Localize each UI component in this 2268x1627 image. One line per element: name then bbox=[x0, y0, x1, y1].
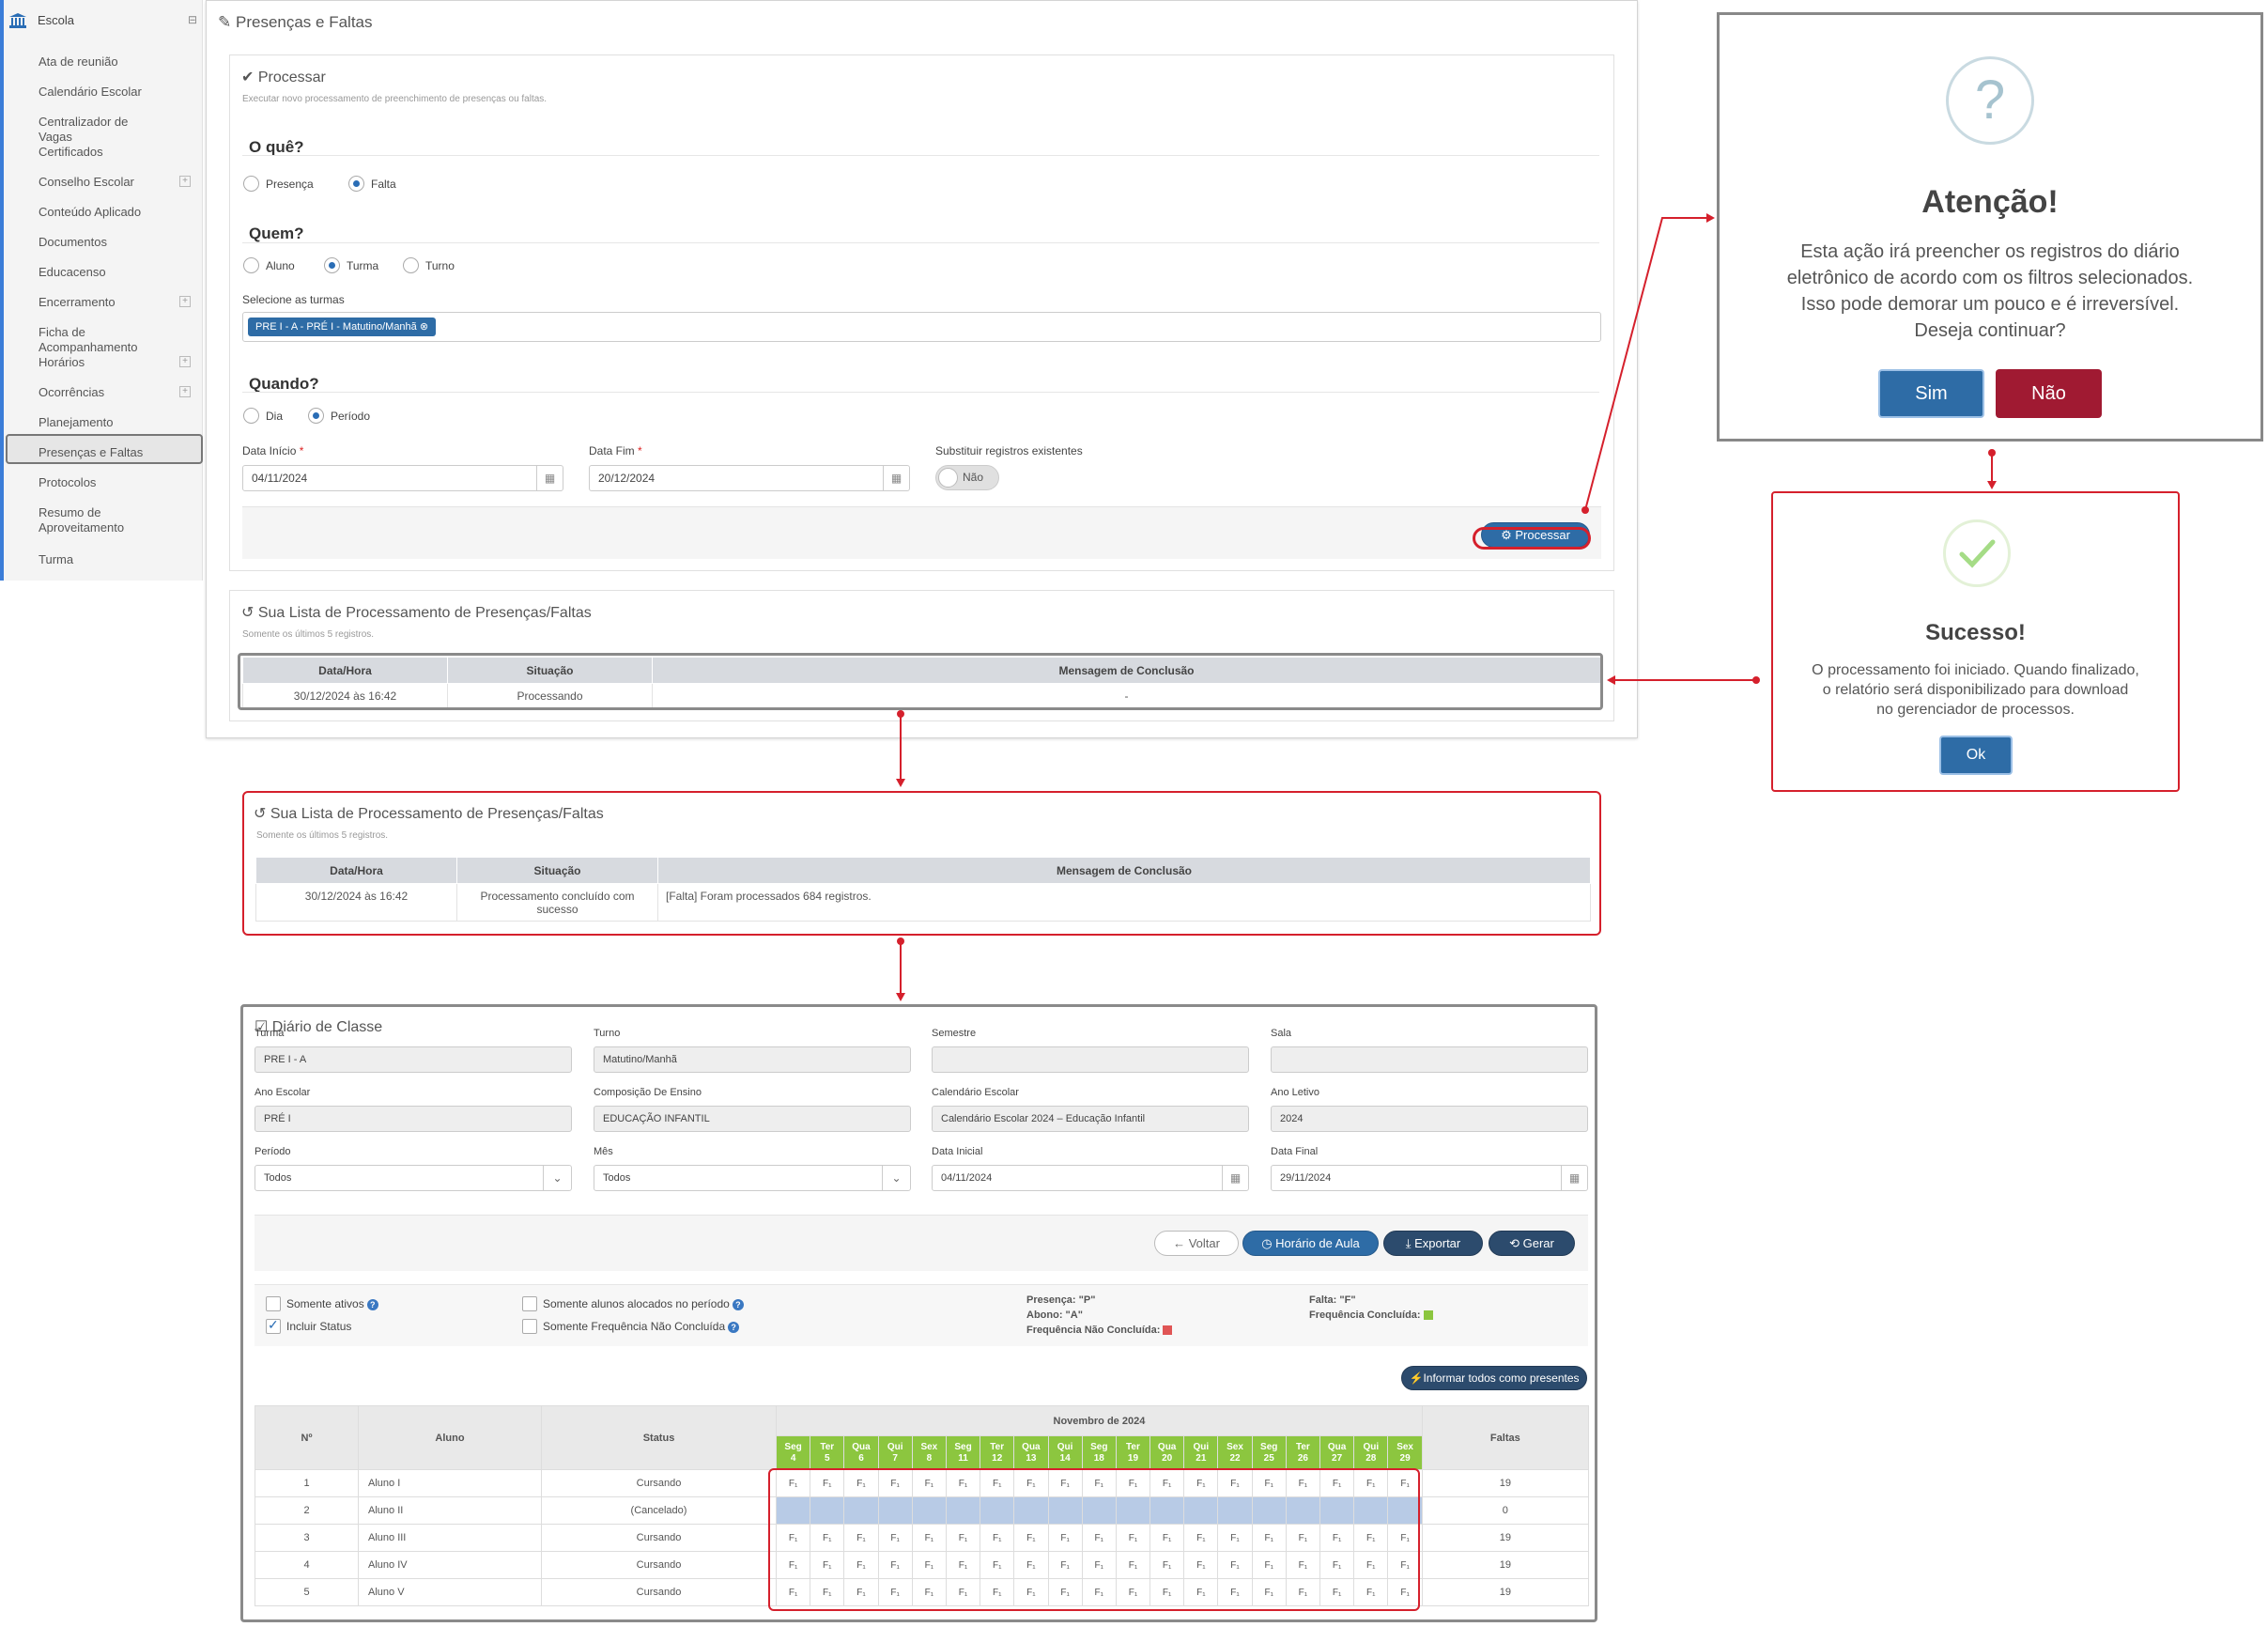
flow-arrows bbox=[896, 213, 1997, 1001]
